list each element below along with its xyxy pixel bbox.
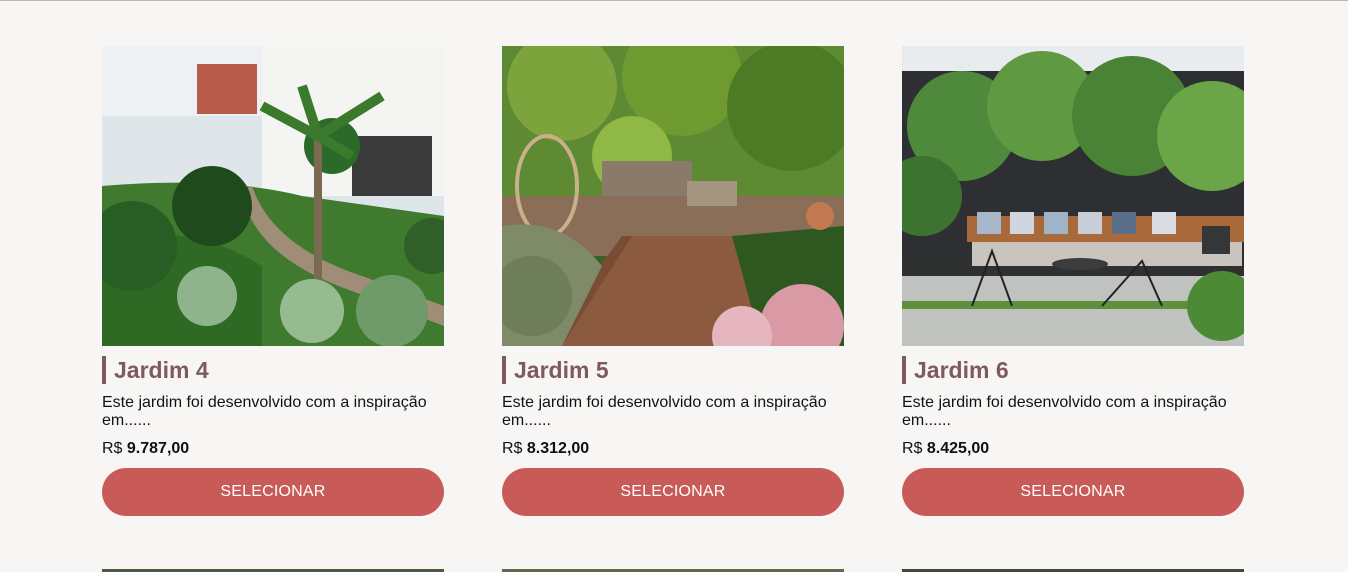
product-card: Jardim 4 Este jardim foi desenvolvido co…	[102, 46, 444, 516]
product-title-row: Jardim 5	[502, 356, 844, 384]
header-divider	[0, 0, 1348, 1]
select-button[interactable]: SELECIONAR	[102, 468, 444, 516]
product-price: R$ 8.312,00	[502, 440, 844, 458]
select-button[interactable]: SELECIONAR	[902, 468, 1244, 516]
product-card: Jardim 5 Este jardim foi desenvolvido co…	[502, 46, 844, 516]
price-value: 9.787,00	[126, 440, 190, 457]
product-title: Jardim 5	[514, 356, 609, 383]
price-currency: R$	[902, 440, 923, 457]
product-description: Este jardim foi desenvolvido com a inspi…	[902, 394, 1227, 429]
product-description: Este jardim foi desenvolvido com a inspi…	[502, 394, 827, 429]
product-price: R$ 9.787,00	[102, 440, 444, 458]
product-price: R$ 8.425,00	[902, 440, 1244, 458]
select-button[interactable]: SELECIONAR	[502, 468, 844, 516]
price-value: 8.425,00	[926, 440, 990, 457]
product-card: Jardim 6 Este jardim foi desenvolvido co…	[902, 46, 1244, 516]
garden-photo[interactable]	[102, 46, 444, 346]
price-currency: R$	[502, 440, 523, 457]
product-title: Jardim 4	[114, 356, 209, 383]
product-description: Este jardim foi desenvolvido com a inspi…	[102, 394, 427, 429]
product-title: Jardim 6	[914, 356, 1009, 383]
garden-photo[interactable]	[502, 46, 844, 346]
product-grid: Jardim 4 Este jardim foi desenvolvido co…	[102, 46, 1244, 516]
product-title-row: Jardim 6	[902, 356, 1244, 384]
price-currency: R$	[102, 440, 123, 457]
garden-photo[interactable]	[902, 46, 1244, 346]
price-value: 8.312,00	[526, 440, 590, 457]
product-title-row: Jardim 4	[102, 356, 444, 384]
